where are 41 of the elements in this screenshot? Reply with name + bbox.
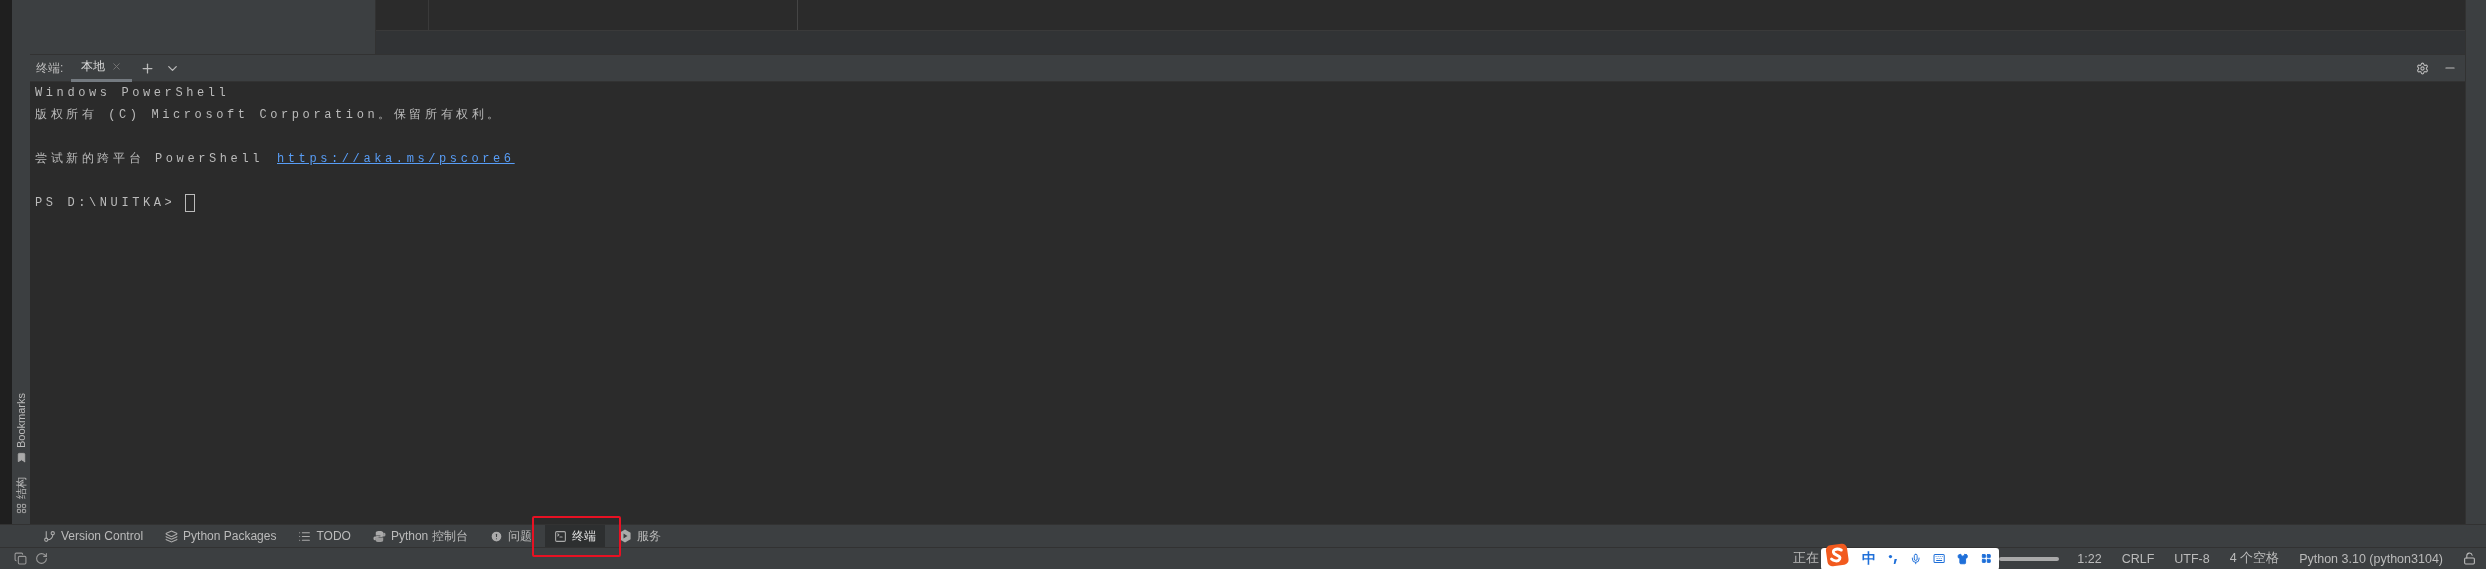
grid-icon[interactable] xyxy=(1980,552,1992,565)
progress-bar xyxy=(1999,556,2060,561)
status-item[interactable]: 1:22 xyxy=(2077,551,2102,566)
window-icon[interactable] xyxy=(14,552,27,565)
refresh-icon[interactable] xyxy=(35,552,48,565)
list-icon xyxy=(298,529,312,543)
settings-icon[interactable] xyxy=(2416,61,2429,75)
keyboard-icon[interactable] xyxy=(1933,551,1946,566)
terminal-text: Windows PowerShell xyxy=(35,85,230,102)
terminal-icon xyxy=(553,529,567,543)
shirt-icon[interactable] xyxy=(1957,551,1969,566)
panel-title: 终端: xyxy=(36,59,64,77)
tool-window-tab[interactable]: TODO xyxy=(289,525,360,547)
tool-window-tab[interactable]: 终端 xyxy=(544,525,605,547)
terminal-text: 版权所有 (C) Microsoft Corporation。保留所有权利。 xyxy=(35,107,504,124)
terminal-link[interactable]: https://aka.ms/pscore6 xyxy=(277,148,515,170)
status-item[interactable]: Python 3.10 (python3104) xyxy=(2299,551,2443,566)
python-icon xyxy=(372,529,386,543)
status-item[interactable]: UTF-8 xyxy=(2174,551,2210,566)
microphone-icon[interactable] xyxy=(1909,551,1921,566)
exclamation-icon xyxy=(489,529,503,543)
structure-icon xyxy=(15,503,27,514)
tool-window-tab[interactable]: 问题 xyxy=(480,525,541,547)
text-cursor xyxy=(185,194,196,212)
side-tool-tab[interactable]: 结构 xyxy=(13,477,29,499)
side-tool-tab[interactable]: Bookmarks xyxy=(15,392,27,448)
branch-icon xyxy=(43,529,56,543)
terminal-prompt: PS D:\NUITKA> xyxy=(35,195,176,212)
unlock-icon[interactable] xyxy=(2463,552,2476,565)
status-item[interactable]: 4 个空格 xyxy=(2229,550,2280,567)
terminal-text: 尝试新的跨平台 PowerShell xyxy=(35,151,263,168)
tool-window-tab[interactable]: Version Control xyxy=(34,525,153,547)
ime-mode[interactable]: 中 xyxy=(1861,549,1876,568)
bookmark-icon xyxy=(15,452,27,463)
task-text: 正在 xyxy=(1793,550,1820,567)
tool-window-tab[interactable]: Python Packages xyxy=(156,525,286,547)
status-item[interactable]: CRLF xyxy=(2121,551,2155,566)
layers-icon xyxy=(165,529,179,543)
tool-window-tab[interactable]: 服务 xyxy=(608,525,670,547)
tool-window-tab[interactable]: Python 控制台 xyxy=(363,525,477,547)
plus-icon[interactable] xyxy=(140,60,156,76)
